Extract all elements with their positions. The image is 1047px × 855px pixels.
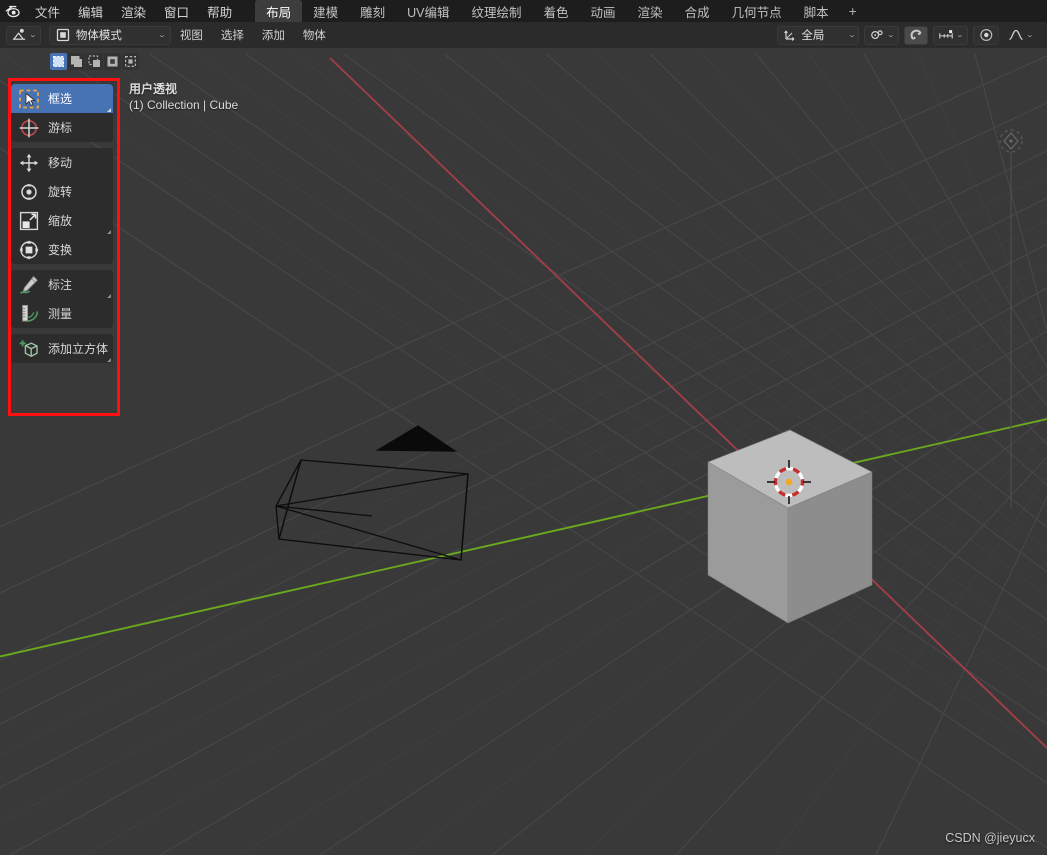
- proportional-falloff-select[interactable]: ⌄: [1004, 26, 1037, 45]
- tool-label: 框选: [48, 92, 73, 106]
- toolbar: 框选 游标 移动 旋转 缩放 变换 标注 测量 添加立方体: [11, 84, 113, 363]
- tab-rendering[interactable]: 渲染: [627, 0, 674, 22]
- tool-label: 旋转: [48, 185, 73, 199]
- chevron-down-icon: ⌄: [887, 32, 896, 39]
- select-mode-buttons: [50, 53, 139, 70]
- tool-rotate[interactable]: 旋转: [11, 177, 113, 206]
- select-mode-intersect[interactable]: [122, 53, 139, 70]
- tool-label: 添加立方体: [48, 342, 109, 356]
- tab-compositing[interactable]: 合成: [674, 0, 721, 22]
- 3d-viewport[interactable]: 用户透视 (1) Collection | Cube CSDN @jieyucx: [0, 48, 1047, 855]
- tab-layout[interactable]: 布局: [255, 0, 303, 22]
- transform-orientation-select[interactable]: 全局 ⌄: [777, 25, 860, 45]
- menu-edit[interactable]: 编辑: [69, 0, 112, 22]
- object-mode-icon: [55, 27, 71, 43]
- move-icon: [17, 151, 41, 175]
- proportional-edit-toggle[interactable]: [973, 25, 1000, 45]
- chevron-down-icon: ⌄: [847, 32, 856, 39]
- blender-window: 文件 编辑 渲染 窗口 帮助 布局 建模 雕刻 UV编辑 纹理绘制 着色 动画 …: [0, 0, 1047, 855]
- viewport-header: ⌄ 物体模式 ⌄ 视图 选择 添加 物体 全局 ⌄ ⌄ ⌄ ⌄: [0, 22, 1047, 48]
- tool-expand-corner[interactable]: [107, 358, 111, 362]
- top-menu-bar: 文件 编辑 渲染 窗口 帮助 布局 建模 雕刻 UV编辑 纹理绘制 着色 动画 …: [0, 0, 1047, 22]
- snap-increment-icon: [938, 27, 954, 43]
- tool-move[interactable]: 移动: [11, 148, 113, 177]
- menu-render[interactable]: 渲染: [112, 0, 155, 22]
- tool-add-cube[interactable]: 添加立方体: [11, 334, 113, 363]
- pivot-point-select[interactable]: ⌄: [864, 25, 900, 45]
- toolbar-group-add: 添加立方体: [11, 334, 113, 363]
- tool-cursor[interactable]: 游标: [11, 113, 113, 142]
- tool-expand-corner[interactable]: [107, 108, 111, 112]
- toolbar-group-select: 框选 游标: [11, 84, 113, 142]
- scale-icon: [17, 209, 41, 233]
- vh-menu-view[interactable]: 视图: [171, 22, 212, 48]
- cursor-icon: [17, 116, 41, 140]
- chevron-down-icon: ⌄: [28, 32, 38, 39]
- menu-window[interactable]: 窗口: [155, 0, 198, 22]
- orientation-global-icon: [782, 27, 798, 43]
- tab-modeling[interactable]: 建模: [302, 0, 349, 22]
- chevron-down-icon: ⌄: [157, 32, 167, 39]
- tab-geometry-nodes[interactable]: 几何节点: [721, 0, 793, 22]
- select-mode-subtract[interactable]: [86, 53, 103, 70]
- snap-toggle-button[interactable]: [904, 25, 929, 45]
- tab-shading[interactable]: 着色: [533, 0, 580, 22]
- tab-scripting[interactable]: 脚本: [793, 0, 840, 22]
- select-mode-extend[interactable]: [68, 53, 85, 70]
- vh-menu-object[interactable]: 物体: [294, 22, 335, 48]
- viewport-header-right: 全局 ⌄ ⌄ ⌄ ⌄: [777, 25, 1041, 45]
- editor-type-3dview-icon: [11, 27, 27, 43]
- interaction-mode-label: 物体模式: [75, 30, 122, 42]
- vh-menu-select[interactable]: 选择: [212, 22, 253, 48]
- blender-logo-icon[interactable]: [0, 0, 26, 22]
- tool-measure[interactable]: 测量: [11, 299, 113, 328]
- chevron-down-icon: ⌄: [1025, 32, 1035, 39]
- interaction-mode-select[interactable]: 物体模式 ⌄: [48, 25, 171, 45]
- rotate-icon: [17, 180, 41, 204]
- magnet-snap-icon: [908, 27, 924, 43]
- transform-orientation-label: 全局: [801, 30, 825, 42]
- vh-menu-add[interactable]: 添加: [253, 22, 294, 48]
- tab-texture-paint[interactable]: 纹理绘制: [461, 0, 533, 22]
- select-mode-set[interactable]: [50, 53, 67, 70]
- menu-file[interactable]: 文件: [26, 0, 69, 22]
- tool-expand-corner[interactable]: [107, 294, 111, 298]
- measure-icon: [17, 302, 41, 326]
- add-cube-icon: [17, 337, 41, 361]
- tweak-select-box-icon: [17, 87, 41, 111]
- pivot-point-icon: [869, 27, 885, 43]
- add-workspace-button[interactable]: +: [840, 0, 866, 22]
- tool-label: 变换: [48, 243, 73, 257]
- tool-label: 移动: [48, 156, 73, 170]
- tool-label: 标注: [48, 278, 73, 292]
- viewport-canvas: [0, 48, 1047, 855]
- annotate-icon: [17, 273, 41, 297]
- toolbar-group-annotate: 标注 测量: [11, 270, 113, 328]
- transform-icon: [17, 238, 41, 262]
- workspace-tabs: 布局 建模 雕刻 UV编辑 纹理绘制 着色 动画 渲染 合成 几何节点 脚本 +: [255, 0, 866, 22]
- proportional-edit-icon: [978, 27, 994, 43]
- falloff-smooth-icon: [1008, 27, 1024, 43]
- tool-label: 测量: [48, 307, 73, 321]
- tool-transform[interactable]: 变换: [11, 235, 113, 264]
- menu-help[interactable]: 帮助: [198, 0, 241, 22]
- tool-select-box[interactable]: 框选: [11, 84, 113, 113]
- snap-to-select[interactable]: ⌄: [933, 25, 969, 45]
- tab-uv-editing[interactable]: UV编辑: [396, 0, 460, 22]
- tab-animation[interactable]: 动画: [580, 0, 627, 22]
- tab-sculpting[interactable]: 雕刻: [349, 0, 396, 22]
- tool-annotate[interactable]: 标注: [11, 270, 113, 299]
- tool-expand-corner[interactable]: [107, 230, 111, 234]
- toolbar-group-transform: 移动 旋转 缩放 变换: [11, 148, 113, 264]
- select-mode-invert[interactable]: [104, 53, 121, 70]
- chevron-down-icon: ⌄: [955, 32, 965, 39]
- tool-label: 缩放: [48, 214, 73, 228]
- tool-scale[interactable]: 缩放: [11, 206, 113, 235]
- editor-type-button[interactable]: ⌄: [6, 25, 41, 45]
- watermark-text: CSDN @jieyucx: [945, 831, 1035, 845]
- tool-label: 游标: [48, 121, 73, 135]
